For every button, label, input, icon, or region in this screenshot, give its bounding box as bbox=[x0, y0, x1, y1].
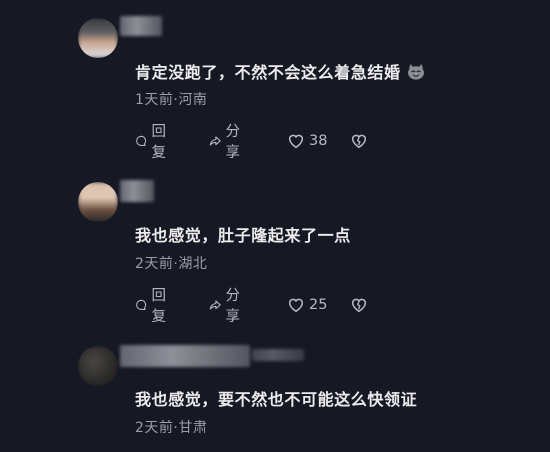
share-icon bbox=[209, 300, 221, 310]
broken-heart-icon bbox=[351, 298, 367, 313]
reply-button[interactable]: 回复 bbox=[135, 124, 172, 161]
reply-icon bbox=[136, 135, 147, 146]
comment-text: 我也感觉，要不然也不可能这么快领证 bbox=[135, 390, 418, 409]
broken-heart-icon bbox=[351, 134, 367, 149]
reply-button[interactable]: 回复 bbox=[135, 288, 172, 325]
reply-icon bbox=[136, 299, 147, 310]
share-button[interactable]: 分享 bbox=[209, 288, 246, 325]
comment-meta: 2天前·湖北 bbox=[135, 256, 208, 272]
heart-icon bbox=[288, 134, 304, 149]
like-button[interactable]: 38 bbox=[287, 130, 327, 152]
username-blurred[interactable] bbox=[120, 345, 250, 367]
comment-text: 我也感觉，肚子隆起来了一点 bbox=[135, 226, 351, 245]
comment-text: 肯定没跑了，不然不会这么着急结婚 bbox=[135, 59, 425, 83]
dislike-button[interactable] bbox=[350, 130, 372, 152]
comment-meta: 2天前·甘肃 bbox=[135, 420, 208, 436]
share-label: 分享 bbox=[225, 124, 240, 161]
dislike-button[interactable] bbox=[350, 294, 372, 316]
username-blurred[interactable] bbox=[120, 180, 154, 202]
share-label: 分享 bbox=[225, 288, 240, 325]
like-button[interactable]: 25 bbox=[287, 294, 327, 316]
reply-label: 回复 bbox=[151, 288, 166, 325]
heart-icon bbox=[288, 298, 304, 313]
avatar[interactable] bbox=[78, 18, 118, 58]
like-count: 38 bbox=[309, 133, 328, 149]
username-blurred bbox=[252, 349, 304, 361]
username-blurred[interactable] bbox=[120, 16, 162, 36]
avatar[interactable] bbox=[78, 182, 118, 222]
comment-meta: 1天前·河南 bbox=[135, 92, 208, 108]
like-count: 25 bbox=[309, 297, 328, 313]
share-icon bbox=[209, 136, 221, 146]
smiling-cat-emoji-icon bbox=[407, 64, 424, 80]
reply-label: 回复 bbox=[151, 124, 166, 161]
avatar[interactable] bbox=[78, 346, 118, 386]
share-button[interactable]: 分享 bbox=[209, 124, 246, 161]
